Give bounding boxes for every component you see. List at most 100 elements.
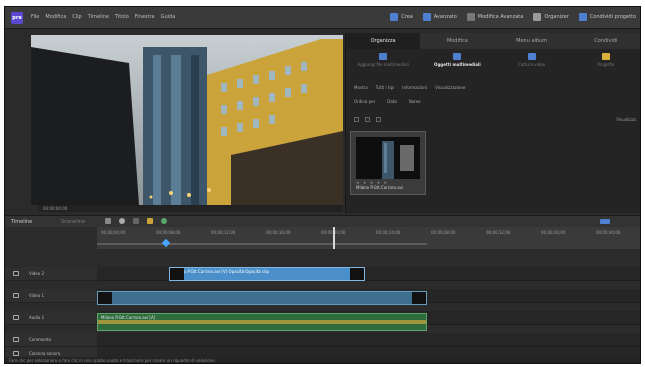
clip-filename: Milano P.Gtt.Carrara.avi (356, 185, 404, 190)
track-lane[interactable] (97, 333, 640, 347)
panel-tabs: Organizza Modifica Menu album Condividi (346, 33, 640, 49)
clip-thumbnail-end (350, 268, 364, 280)
menu-modifica[interactable]: Modifica (45, 14, 66, 20)
media-button-label: Cattura video (518, 62, 546, 67)
filter-dropdown[interactable]: Tutti i tipi (376, 85, 395, 90)
sort-dropdown[interactable]: Nome (409, 99, 421, 104)
media-buttons: Aggiungi file multimediali Oggetti multim… (346, 53, 640, 75)
menu-titolo[interactable]: Titolo (115, 14, 129, 20)
view-controls (354, 117, 381, 122)
smart-trim-icon[interactable] (147, 218, 153, 224)
ruler-tick-label: 00;00;28;00 (431, 230, 456, 235)
tab-condividi[interactable]: Condividi (569, 33, 640, 49)
organizer-icon (533, 13, 542, 21)
menu-timeline[interactable]: Timeline (88, 14, 109, 20)
filter-dropdown[interactable]: Mostra (354, 85, 368, 90)
audio-waveform (98, 320, 426, 324)
ruler-tick-label: 00;00;12;00 (211, 230, 236, 235)
tab-organizza[interactable]: Organizza (346, 33, 421, 49)
track-name: Video 1 (29, 293, 45, 298)
preview-frame (31, 35, 343, 205)
audio-mixer-icon[interactable] (119, 218, 125, 224)
status-bar: Fare clic per selezionare o fare clic in… (5, 357, 640, 363)
camera-icon (527, 53, 536, 60)
status-text: Fare clic per selezionare o fare clic in… (9, 358, 216, 363)
grid-view-icon[interactable] (365, 117, 370, 122)
menu-guida[interactable]: Guida (161, 14, 176, 20)
audio-track-icon[interactable] (13, 337, 19, 342)
split-icon[interactable] (133, 218, 139, 224)
organizer-button[interactable]: Organizer (533, 13, 569, 21)
import-button[interactable]: Aggiungi file multimediali (348, 53, 418, 75)
track-header[interactable]: Commento (5, 333, 97, 347)
zoom-slider-icon[interactable] (600, 219, 610, 224)
ruler-tick-label: 00;00;24;00 (376, 230, 401, 235)
track-header[interactable]: Video 1 (5, 289, 97, 303)
video2-clip[interactable]: Milano P.Gtt.Carrara.avi [V] Opacità:Opa… (169, 267, 365, 281)
timeline-header: Timeline Sceneline (5, 215, 640, 227)
sort-dropdown[interactable]: Ordina per (354, 99, 375, 104)
share-icon (578, 13, 587, 21)
audio-track-icon[interactable] (13, 351, 19, 356)
track-header[interactable]: Video 2 (5, 267, 97, 281)
wand-button[interactable]: Avanzato (422, 13, 457, 21)
top-actions: Crea Avanzato Modifica Avanzata Organizer Co… (390, 13, 636, 21)
action-label: Modifica Avanzata (477, 14, 524, 20)
action-label: Condividi progetto (589, 14, 636, 20)
import-icon (379, 53, 388, 60)
audio1-clip[interactable]: Milano P.Gtt.Carrara.avi [A] (97, 313, 427, 331)
clip-thumbnail-end (98, 292, 112, 304)
media-thumbnail[interactable]: ★ ★ ★ ★ ★ Milano P.Gtt.Carrara.avi (350, 131, 426, 195)
edit-button[interactable]: Modifica Avanzata (466, 13, 524, 21)
tab-sceneline[interactable]: Sceneline (61, 219, 85, 225)
track-name: Colonna sonora (29, 351, 61, 356)
marker-icon[interactable] (105, 218, 111, 224)
track-header[interactable]: Audio 1 (5, 311, 97, 325)
media-button-label: Aggiungi file multimediali (357, 62, 409, 67)
track-name: Video 2 (29, 271, 45, 276)
tasks-panel: Organizza Modifica Menu album Condividi Agg… (345, 33, 640, 213)
video1-clip[interactable] (97, 291, 427, 305)
sort-dropdown[interactable]: Data (387, 99, 397, 104)
tab-timeline[interactable]: Timeline (11, 219, 32, 225)
clip-thumbnail-end (170, 268, 184, 280)
folder-button[interactable]: Progetto (571, 53, 640, 75)
playhead[interactable] (333, 227, 335, 249)
media-button[interactable]: Oggetti multimediali (422, 53, 492, 75)
timecode-bar: 00:00:00:00 (39, 205, 343, 212)
wand-icon (422, 13, 431, 21)
menu-finestra[interactable]: Finestra (135, 14, 155, 20)
tab-menu-album[interactable]: Menu album (495, 33, 569, 49)
folder-up-icon[interactable] (376, 117, 381, 122)
action-label: Organizer (544, 14, 569, 20)
filter-dropdown[interactable]: Informazioni (402, 85, 427, 90)
video-track-icon[interactable] (13, 271, 19, 276)
time-ruler[interactable]: 00;00;04;00 00;00;08;00 00;00;12;00 00;00;1… (97, 227, 640, 249)
menu-clip[interactable]: Clip (72, 14, 81, 20)
thumbnail-picture (356, 137, 420, 179)
edit-icon (466, 13, 475, 21)
share-button[interactable]: Condividi progetto (578, 13, 636, 21)
clip-label: Milano P.Gtt.Carrara.avi [A] (101, 315, 156, 320)
tab-modifica[interactable]: Modifica (420, 33, 494, 49)
folder-icon (601, 53, 610, 60)
view-dropdown[interactable]: Visualizza (616, 117, 636, 122)
motion-track-icon[interactable] (161, 218, 167, 224)
timeline-tracks: Video 2 Video 1 Audio 1 Commento Colonna son… (5, 253, 640, 363)
filter-dropdown[interactable]: Visualizzazione (435, 85, 465, 90)
track-name: Commento (29, 337, 52, 342)
media-button-label: Progetto (597, 62, 615, 67)
timecode: 00:00:00:00 (43, 206, 68, 211)
timeline-tools (105, 218, 167, 224)
ruler-tick-label: 00;00;40;00 (596, 230, 621, 235)
video-track-icon[interactable] (13, 293, 19, 298)
list-view-icon[interactable] (354, 117, 359, 122)
filter-row: Mostra Tutti i tipi Informazioni Visualizza… (354, 85, 465, 90)
camera-button[interactable]: Cattura video (497, 53, 567, 75)
audio-track-icon[interactable] (13, 315, 19, 320)
disc-button[interactable]: Crea (390, 13, 413, 21)
menu-file[interactable]: File (31, 14, 39, 20)
work-area-bar[interactable] (97, 243, 427, 245)
thumbnail-image (356, 137, 420, 179)
preview-monitor[interactable] (31, 35, 343, 205)
